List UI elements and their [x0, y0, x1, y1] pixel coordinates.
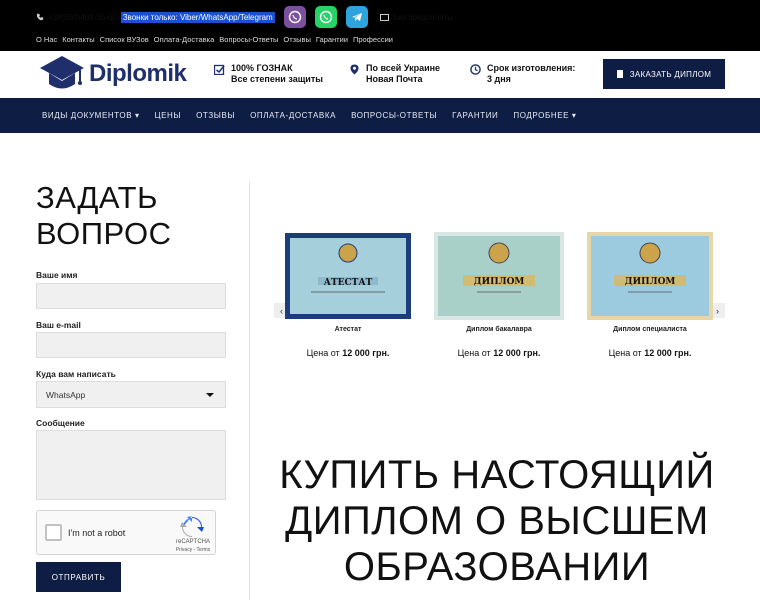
nav-guarantees[interactable]: ГАРАНТИИ [452, 111, 498, 120]
feature-term: Срок изготовления: 3 дня [470, 63, 575, 85]
channel-label: Куда вам написать [36, 369, 116, 379]
map-pin-icon [350, 64, 359, 75]
name-input[interactable] [36, 283, 226, 309]
toplink-about[interactable]: О Нас [36, 35, 57, 44]
recaptcha-links[interactable]: Privacy - Terms [173, 547, 213, 553]
chevron-down-icon [206, 393, 214, 397]
channel-select[interactable]: WhatsApp [36, 381, 226, 408]
price-value: 12 000 грн. [644, 348, 692, 358]
name-label: Ваше имя [36, 270, 78, 280]
graduation-cap-icon [40, 56, 84, 89]
document-word-atestat: АТЕСТАТ [324, 278, 373, 288]
price-value: 12 000 грн. [342, 348, 390, 358]
checkbox-icon [214, 64, 225, 75]
price-prefix: Цена от [457, 348, 491, 358]
nav-more[interactable]: ПОДРОБНЕЕ ▾ [513, 111, 576, 120]
submit-button[interactable]: ОТПРАВИТЬ [36, 562, 121, 592]
top-bar: +38(050)408-35-60 Звонки только: Viber/W… [0, 0, 760, 51]
logo[interactable]: Diplomik [38, 54, 187, 94]
logo-text: Diplomik [89, 60, 187, 87]
top-links: О Нас Контакты Список ВУЗов Оплата-Доста… [36, 35, 398, 44]
nav-faq[interactable]: ВОПРОСЫ-ОТВЕТЫ [351, 111, 437, 120]
price-prefix: Цена от [608, 348, 642, 358]
recaptcha-brand: reCAPTCHA [175, 539, 210, 545]
email-label: Ваш e-mail [36, 320, 81, 330]
viber-icon[interactable] [283, 6, 306, 28]
toplink-reviews[interactable]: Отзывы [283, 35, 310, 44]
contact-line: +38(050)408-35-60 Звонки только: Viber/W… [36, 6, 453, 28]
nav-payment-delivery[interactable]: ОПЛАТА-ДОСТАВКА [250, 111, 336, 120]
document-image-atestat[interactable]: АТЕСТАТ [283, 231, 413, 321]
price-value: 12 000 грн. [493, 348, 541, 358]
toplink-universities[interactable]: Список ВУЗов [100, 35, 149, 44]
feature-delivery: По всей Украине Новая Почта [349, 63, 440, 85]
recaptcha-widget: I'm not a robot reCAPTCHA Privacy - Term… [36, 510, 216, 555]
calls-note: Звонки только: Viber/WhatsApp/Telegram [120, 11, 275, 23]
toplink-payment[interactable]: Оплата-Доставка [154, 35, 215, 44]
message-textarea[interactable] [36, 430, 226, 500]
feature-goznak-title: 100% ГОЗНАК [231, 63, 293, 73]
feature-delivery-sub: Новая Почта [366, 74, 423, 84]
whatsapp-icon[interactable] [314, 6, 337, 28]
headline-line1: КУПИТЬ НАСТОЯЩИЙ [279, 453, 715, 497]
price-atestat: Цена от 12 000 грн. [273, 348, 423, 358]
toplink-guarantees[interactable]: Гарантии [316, 35, 348, 44]
price-specialist: Цена от 12 000 грн. [575, 348, 725, 358]
order-diploma-label: ЗАКАЗАТЬ ДИПЛОМ [629, 69, 712, 79]
toplink-faq[interactable]: Вопросы-Ответы [219, 35, 278, 44]
channel-select-value: WhatsApp [46, 389, 86, 400]
document-image-specialist[interactable]: ДИПЛОМ [586, 231, 716, 321]
nav-prices[interactable]: ЦЕНЫ [155, 111, 182, 120]
recaptcha-checkbox[interactable] [45, 524, 62, 541]
message-label: Сообщение [36, 418, 85, 428]
telegram-icon[interactable] [345, 6, 368, 28]
site-header: Diplomik 100% ГОЗНАК Все степени защиты … [0, 51, 760, 98]
column-divider [249, 181, 250, 600]
mail-icon [379, 13, 389, 21]
caption-specialist[interactable]: Диплом специалиста [575, 326, 725, 333]
form-title-line1: ЗАДАТЬ [36, 180, 158, 215]
document-icon [616, 70, 623, 78]
form-title: ЗАДАТЬ ВОПРОС [36, 180, 172, 252]
feature-term-sub: 3 дня [487, 74, 511, 84]
recaptcha-label: I'm not a robot [68, 528, 126, 538]
main-nav: ВИДЫ ДОКУМЕНТОВ ▾ ЦЕНЫ ОТЗЫВЫ ОПЛАТА-ДОС… [0, 98, 760, 133]
toplink-contacts[interactable]: Контакты [62, 35, 94, 44]
email-input[interactable] [36, 332, 226, 358]
headline-line2: ДИПЛОМ О ВЫСШЕМ [285, 499, 709, 543]
nav-document-types[interactable]: ВИДЫ ДОКУМЕНТОВ ▾ [42, 111, 140, 120]
nav-reviews[interactable]: ОТЗЫВЫ [196, 111, 235, 120]
page-headline: КУПИТЬ НАСТОЯЩИЙ ДИПЛОМ О ВЫСШЕМ ОБРАЗОВ… [262, 452, 732, 590]
caption-atestat[interactable]: Атестат [273, 326, 423, 333]
price-prefix: Цена от [306, 348, 340, 358]
order-diploma-button[interactable]: ЗАКАЗАТЬ ДИПЛОМ [603, 59, 725, 89]
price-bachelor: Цена от 12 000 грн. [424, 348, 574, 358]
feature-term-title: Срок изготовления: [487, 63, 576, 73]
feature-goznak: 100% ГОЗНАК Все степени защиты [214, 63, 323, 85]
phone-icon [36, 13, 44, 21]
form-title-line2: ВОПРОС [36, 216, 172, 251]
toplink-professions[interactable]: Профессии [353, 35, 393, 44]
headline-line3: ОБРАЗОВАНИИ [343, 545, 651, 589]
document-word-specialist: ДИПЛОМ [625, 277, 676, 287]
clock-icon [470, 64, 481, 75]
recaptcha-icon [180, 516, 204, 537]
phone-number[interactable]: +38(050)408-35-60 [48, 13, 117, 22]
document-image-bachelor[interactable]: ДИПЛОМ [433, 231, 564, 321]
email-text[interactable]: Без предоплаты [393, 13, 453, 22]
document-word-bachelor: ДИПЛОМ [474, 277, 525, 287]
feature-goznak-sub: Все степени защиты [231, 74, 323, 84]
caption-bachelor[interactable]: Диплом бакалавра [424, 326, 574, 333]
feature-delivery-title: По всей Украине [366, 63, 441, 73]
